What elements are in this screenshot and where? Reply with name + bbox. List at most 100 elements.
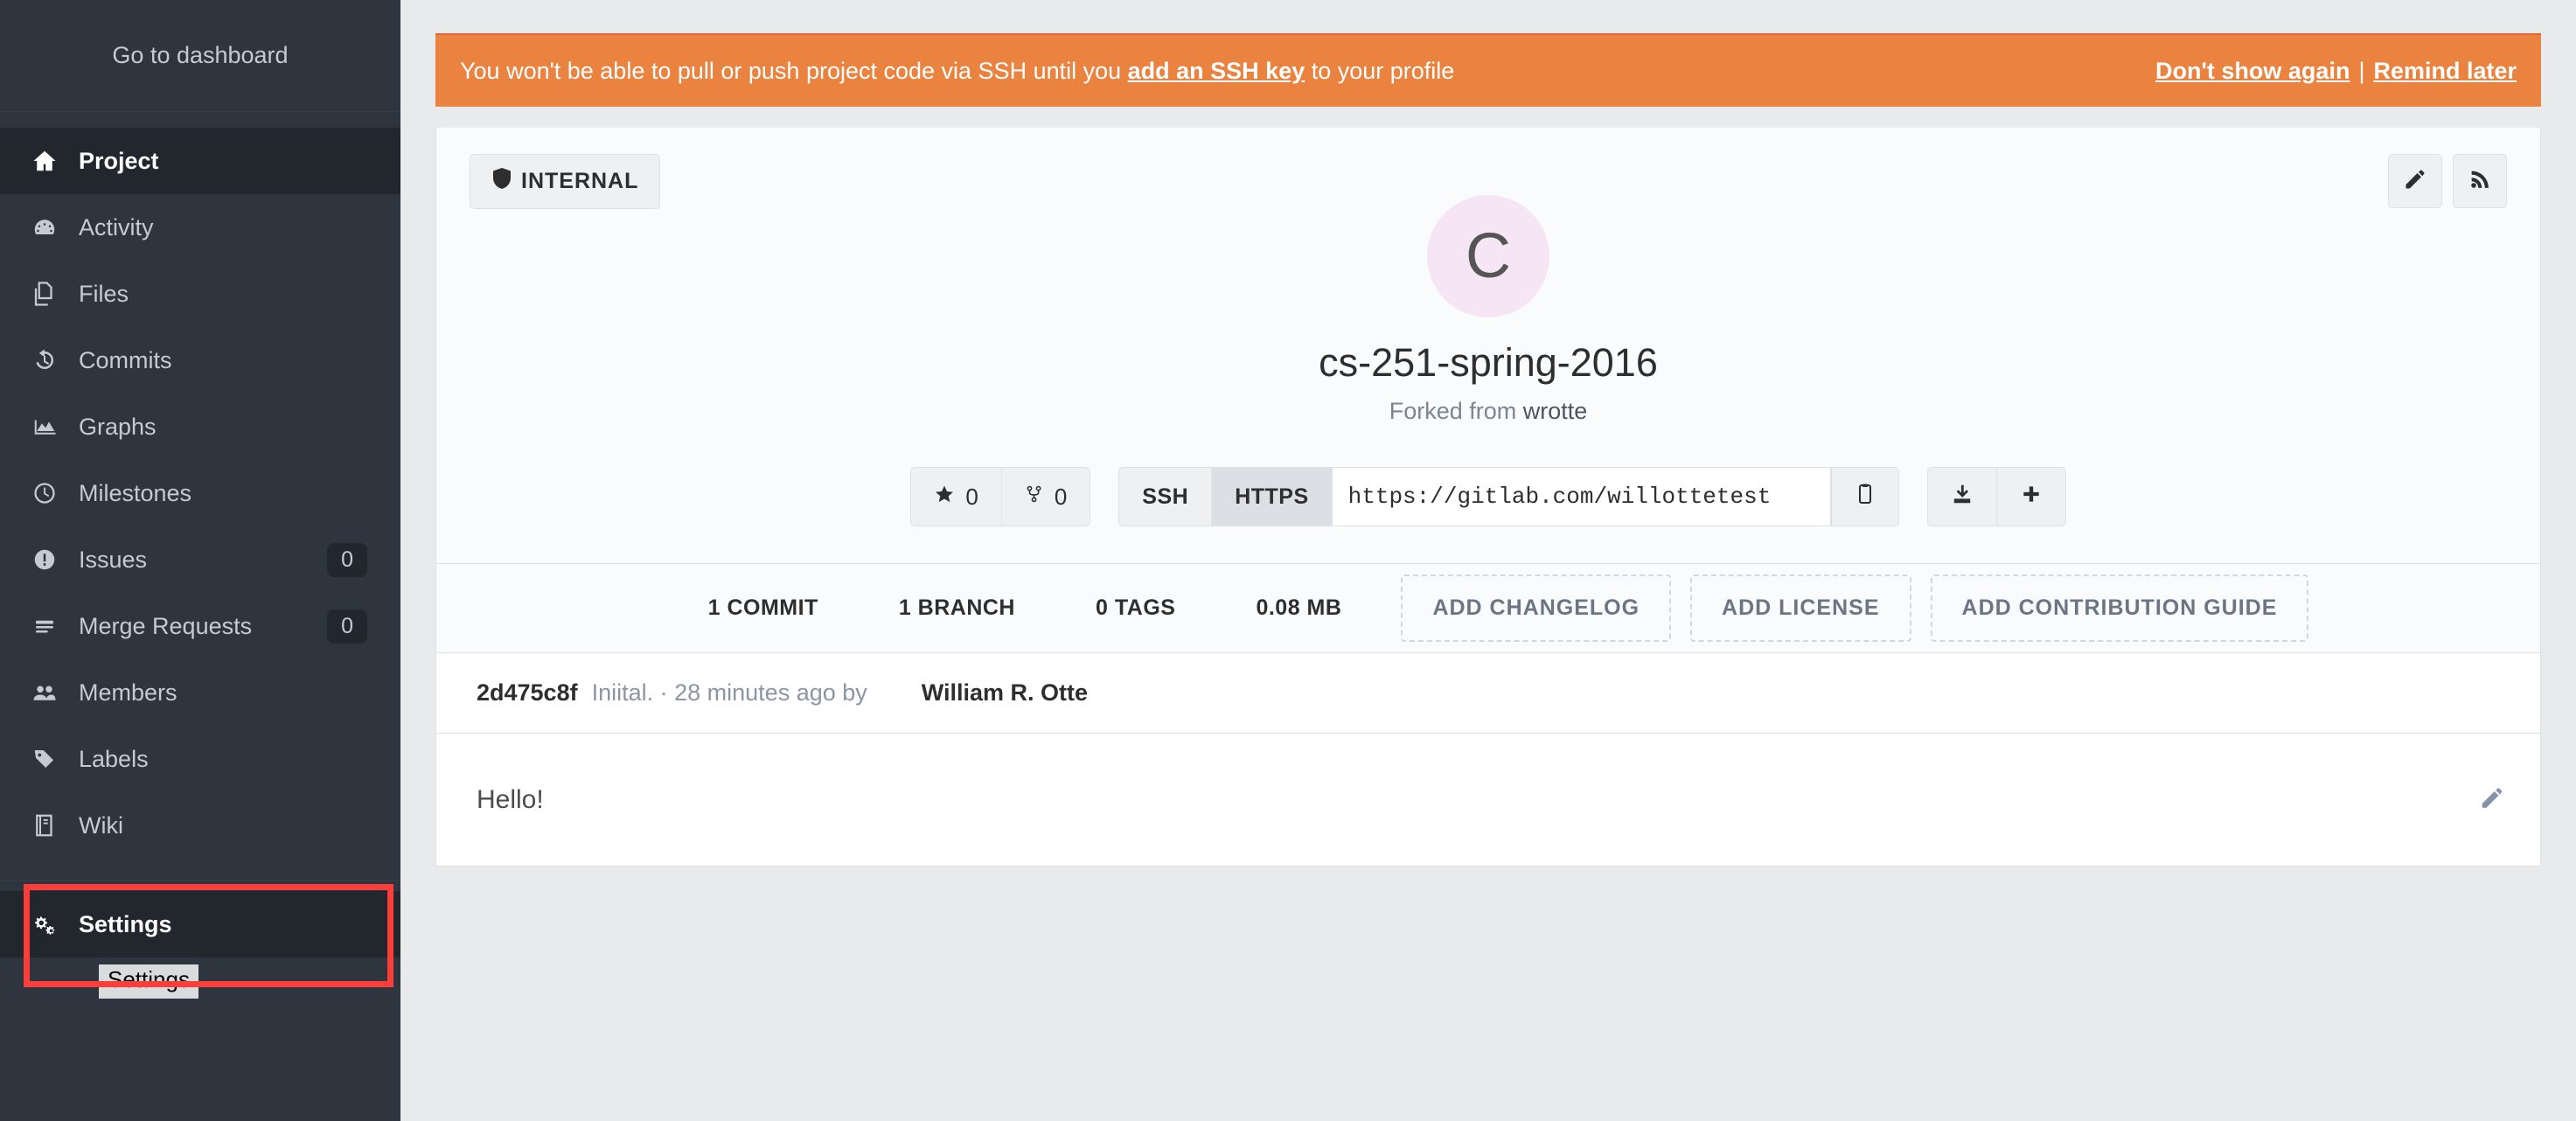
download-add-group xyxy=(1926,467,2066,526)
add-new-button[interactable] xyxy=(1996,467,2066,526)
ssh-key-banner: You won't be able to pull or push projec… xyxy=(435,33,2541,107)
sidebar-item-commits[interactable]: Commits xyxy=(0,327,400,393)
clone-protocol-label: SSH xyxy=(1142,484,1189,509)
merge-requests-count-badge: 0 xyxy=(327,609,367,644)
merge-request-icon xyxy=(31,613,79,639)
clone-url-group: SSH HTTPS https://gitlab.com/willottetes… xyxy=(1118,467,1899,526)
star-icon xyxy=(934,484,955,511)
fork-count: 0 xyxy=(1054,483,1068,510)
shield-icon xyxy=(491,167,512,196)
star-count: 0 xyxy=(965,483,978,510)
clone-protocol-ssh-button[interactable]: SSH xyxy=(1118,467,1213,526)
go-to-dashboard-link[interactable]: Go to dashboard xyxy=(0,0,400,112)
sidebar-item-label: Issues xyxy=(79,546,148,573)
sidebar-item-label: Files xyxy=(79,280,129,307)
go-to-dashboard-label: Go to dashboard xyxy=(112,42,289,68)
commit-author-link[interactable]: William R. Otte xyxy=(922,679,1088,707)
forked-from-info: Forked from wrotte xyxy=(470,398,2507,425)
add-contribution-guide-button[interactable]: ADD CONTRIBUTION GUIDE xyxy=(1930,574,2309,642)
pencil-icon xyxy=(2479,787,2505,814)
clone-protocol-label: HTTPS xyxy=(1235,484,1309,509)
clone-protocol-https-button[interactable]: HTTPS xyxy=(1212,467,1333,526)
sidebar: Go to dashboard Project Activity Files C… xyxy=(0,0,400,1121)
rss-feed-button[interactable] xyxy=(2453,154,2507,208)
chart-area-icon xyxy=(31,414,79,440)
project-stats-bar: 1 COMMIT 1 BRANCH 0 TAGS 0.08 MB ADD CHA… xyxy=(436,563,2540,652)
project-avatar: C xyxy=(1427,195,1549,317)
sidebar-divider xyxy=(0,880,400,881)
fork-button[interactable]: 0 xyxy=(1001,467,1091,526)
commit-message: Iniital. · 28 minutes ago by xyxy=(591,679,867,706)
forked-from-parent-link[interactable]: wrotte xyxy=(1523,398,1588,424)
project-home-panel: INTERNAL C cs-251-spring-2016 Forked fro… xyxy=(435,128,2541,734)
star-button[interactable]: 0 xyxy=(910,467,1002,526)
sidebar-item-label: Commits xyxy=(79,346,172,373)
edit-readme-button[interactable] xyxy=(2479,784,2505,815)
edit-project-button[interactable] xyxy=(2388,154,2442,208)
clock-icon xyxy=(31,480,79,506)
ssh-banner-message: You won't be able to pull or push projec… xyxy=(460,58,2155,85)
add-license-button[interactable]: ADD LICENSE xyxy=(1690,574,1911,642)
sidebar-item-label: Milestones xyxy=(79,479,192,506)
sidebar-item-graphs[interactable]: Graphs xyxy=(0,393,400,460)
stat-commits[interactable]: 1 COMMIT xyxy=(668,595,859,621)
add-ssh-key-link[interactable]: add an SSH key xyxy=(1128,58,1305,84)
sidebar-item-label: Graphs xyxy=(79,413,157,440)
sidebar-item-issues[interactable]: Issues 0 xyxy=(0,526,400,593)
ssh-banner-actions: Don't show again | Remind later xyxy=(2155,58,2517,85)
sidebar-item-label: Activity xyxy=(79,213,154,240)
star-fork-group: 0 0 xyxy=(910,467,1091,526)
readme-panel: Hello! xyxy=(435,734,2541,867)
history-icon xyxy=(31,347,79,373)
download-icon xyxy=(1951,483,1974,512)
dont-show-again-link[interactable]: Don't show again xyxy=(2155,58,2350,84)
copy-url-button[interactable] xyxy=(1830,467,1899,526)
sidebar-item-wiki[interactable]: Wiki xyxy=(0,792,400,859)
visibility-level-label: INTERNAL xyxy=(521,169,639,193)
sidebar-item-label: Merge Requests xyxy=(79,612,253,639)
sidebar-item-settings[interactable]: Settings xyxy=(0,891,400,957)
commit-sha-link[interactable]: 2d475c8f xyxy=(477,679,578,707)
sidebar-item-merge-requests[interactable]: Merge Requests 0 xyxy=(0,593,400,659)
sidebar-item-project[interactable]: Project xyxy=(0,128,400,194)
download-button[interactable] xyxy=(1926,467,1997,526)
pencil-icon xyxy=(2403,167,2427,196)
fork-icon xyxy=(1025,484,1044,511)
readme-content: Hello! xyxy=(477,784,544,814)
sidebar-item-label: Settings xyxy=(79,910,172,937)
rss-icon xyxy=(2468,167,2492,196)
sidebar-item-label: Project xyxy=(79,147,159,174)
users-icon xyxy=(31,679,79,706)
add-changelog-button[interactable]: ADD CHANGELOG xyxy=(1401,574,1672,642)
sidebar-nav-list: Project Activity Files Commits Graphs Mi… xyxy=(0,112,400,957)
sidebar-item-activity[interactable]: Activity xyxy=(0,194,400,261)
ssh-banner-message-prefix: You won't be able to pull or push projec… xyxy=(460,57,1128,84)
dashboard-icon xyxy=(31,214,79,240)
clone-panel: 0 0 SSH HTTPS https://gitlab.com/willott… xyxy=(470,448,2507,563)
ssh-banner-message-suffix: to your profile xyxy=(1305,57,1455,84)
sidebar-item-milestones[interactable]: Milestones xyxy=(0,460,400,526)
gears-icon xyxy=(31,911,79,937)
project-identity: C cs-251-spring-2016 Forked from wrotte xyxy=(470,195,2507,448)
main-content: You won't be able to pull or push projec… xyxy=(400,0,2576,1121)
forked-from-prefix: Forked from xyxy=(1389,398,1523,424)
project-card-actions xyxy=(2388,154,2507,208)
sidebar-item-members[interactable]: Members xyxy=(0,659,400,726)
clipboard-icon xyxy=(1855,483,1876,512)
stat-repository-size: 0.08 MB xyxy=(1256,595,1342,620)
clone-url-input[interactable]: https://gitlab.com/willottetest xyxy=(1332,467,1831,526)
tag-icon xyxy=(31,746,79,772)
visibility-level-badge[interactable]: INTERNAL xyxy=(470,154,661,209)
stat-tags[interactable]: 0 TAGS xyxy=(1055,595,1215,621)
sidebar-item-label: Members xyxy=(79,679,178,706)
sidebar-item-label: Wiki xyxy=(79,811,123,839)
last-commit-row: 2d475c8f Iniital. · 28 minutes ago by Wi… xyxy=(436,652,2540,733)
project-avatar-initial: C xyxy=(1466,221,1511,291)
sidebar-item-files[interactable]: Files xyxy=(0,261,400,327)
banner-action-separator: | xyxy=(2358,57,2365,84)
sidebar-item-label: Labels xyxy=(79,745,149,772)
remind-later-link[interactable]: Remind later xyxy=(2373,58,2517,84)
sidebar-item-labels[interactable]: Labels xyxy=(0,726,400,792)
stat-branches[interactable]: 1 BRANCH xyxy=(859,595,1055,621)
files-icon xyxy=(31,281,79,307)
